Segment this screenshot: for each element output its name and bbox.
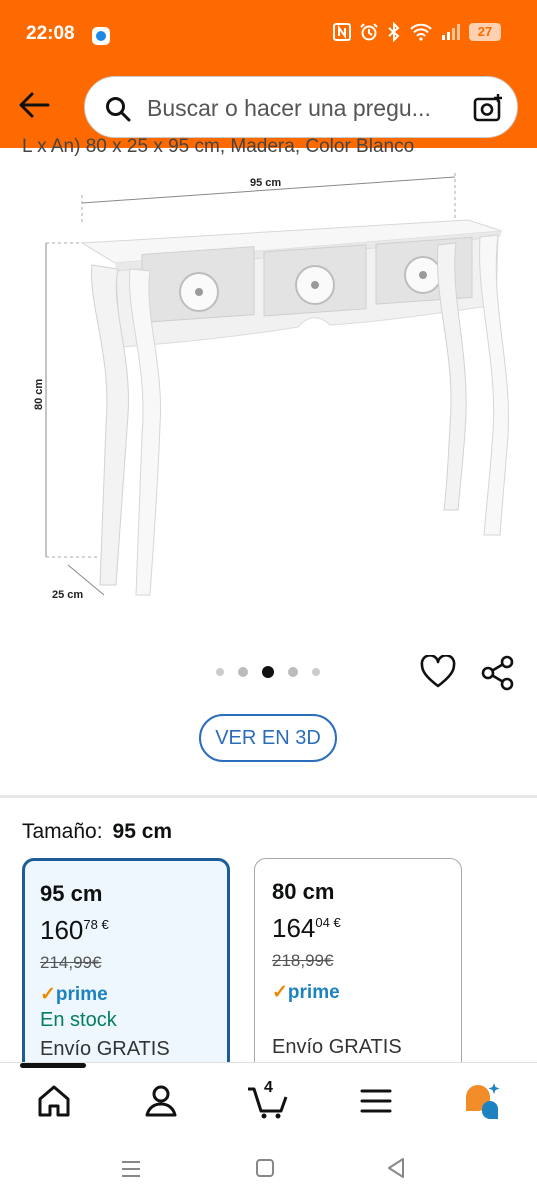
carousel-dot[interactable] xyxy=(216,668,224,676)
carousel-dot[interactable] xyxy=(312,668,320,676)
carousel-dot[interactable] xyxy=(238,667,248,677)
bluetooth-icon xyxy=(388,22,400,42)
prime-badge: ✓prime xyxy=(40,984,108,1005)
top-header: 22:08 27 Buscar o hacer una pregu... xyxy=(0,0,537,148)
rufus-assistant-icon[interactable] xyxy=(462,1081,502,1121)
search-icon xyxy=(106,97,131,122)
status-time: 22:08 xyxy=(26,23,75,44)
nfc-icon xyxy=(333,23,351,41)
option-name: 80 cm xyxy=(272,879,335,904)
cart-count-badge: 4 xyxy=(264,1079,273,1096)
back-nav-icon[interactable] xyxy=(386,1157,406,1179)
option-price: 16404 € xyxy=(272,913,341,943)
size-label: Tamaño: xyxy=(22,820,103,843)
size-option-95cm[interactable]: 95 cm 16078 € 214,99€ ✓prime En stock En… xyxy=(22,858,230,1078)
share-icon[interactable] xyxy=(481,655,515,691)
home-nav-icon[interactable] xyxy=(255,1158,275,1178)
carousel-dot[interactable] xyxy=(288,667,298,677)
camera-search-icon[interactable] xyxy=(473,93,503,123)
dimension-height-label: 80 cm xyxy=(33,379,45,410)
product-title-partial: L x An) 80 x 25 x 95 cm, Madera, Color B… xyxy=(22,136,415,157)
prime-check-icon: ✓ xyxy=(40,984,56,1005)
option-shipping: Envío GRATIS xyxy=(40,1038,170,1060)
active-tab-indicator xyxy=(20,1063,86,1068)
option-name: 95 cm xyxy=(40,881,103,906)
section-divider xyxy=(0,795,537,798)
option-stock-status: En stock xyxy=(40,1009,117,1031)
size-option-80cm[interactable]: 80 cm 16404 € 218,99€ ✓prime Envío GRATI… xyxy=(254,858,462,1078)
option-old-price: 214,99€ xyxy=(40,953,102,972)
battery-indicator: 27 xyxy=(469,23,501,41)
wishlist-heart-icon[interactable] xyxy=(420,655,456,689)
carousel-dot-active[interactable] xyxy=(262,666,274,678)
prime-badge: ✓prime xyxy=(272,982,340,1003)
search-bar[interactable]: Buscar o hacer una pregu... xyxy=(84,76,518,138)
signal-icon xyxy=(442,24,460,40)
image-carousel-indicator[interactable] xyxy=(216,666,320,678)
option-price: 16078 € xyxy=(40,915,109,945)
option-shipping: Envío GRATIS xyxy=(272,1036,402,1058)
recents-icon[interactable] xyxy=(120,1159,142,1179)
status-icons: 27 xyxy=(333,22,501,42)
view-3d-button[interactable]: VER EN 3D xyxy=(199,714,337,762)
system-nav-bar xyxy=(0,1142,537,1200)
option-old-price: 218,99€ xyxy=(272,951,334,970)
size-selected-value: 95 cm xyxy=(112,820,173,843)
home-icon[interactable] xyxy=(34,1081,74,1121)
alarm-icon xyxy=(360,23,378,41)
account-icon[interactable] xyxy=(141,1081,181,1121)
dimension-width-label: 95 cm xyxy=(250,177,281,189)
menu-icon[interactable] xyxy=(356,1081,396,1121)
wifi-icon xyxy=(410,23,432,41)
prime-check-icon: ✓ xyxy=(272,982,288,1003)
product-image[interactable]: 95 cm 80 cm 25 cm xyxy=(20,165,520,610)
cart-button[interactable]: 4 xyxy=(246,1079,288,1121)
back-arrow-icon[interactable] xyxy=(18,91,50,119)
dimension-depth-label: 25 cm xyxy=(52,589,83,601)
status-bar: 22:08 27 xyxy=(0,0,537,68)
bottom-nav: 4 xyxy=(0,1062,537,1142)
app-notification-icon xyxy=(92,27,110,45)
size-selector-label: Tamaño: 95 cm xyxy=(22,820,172,844)
search-input[interactable]: Buscar o hacer una pregu... xyxy=(147,95,457,122)
